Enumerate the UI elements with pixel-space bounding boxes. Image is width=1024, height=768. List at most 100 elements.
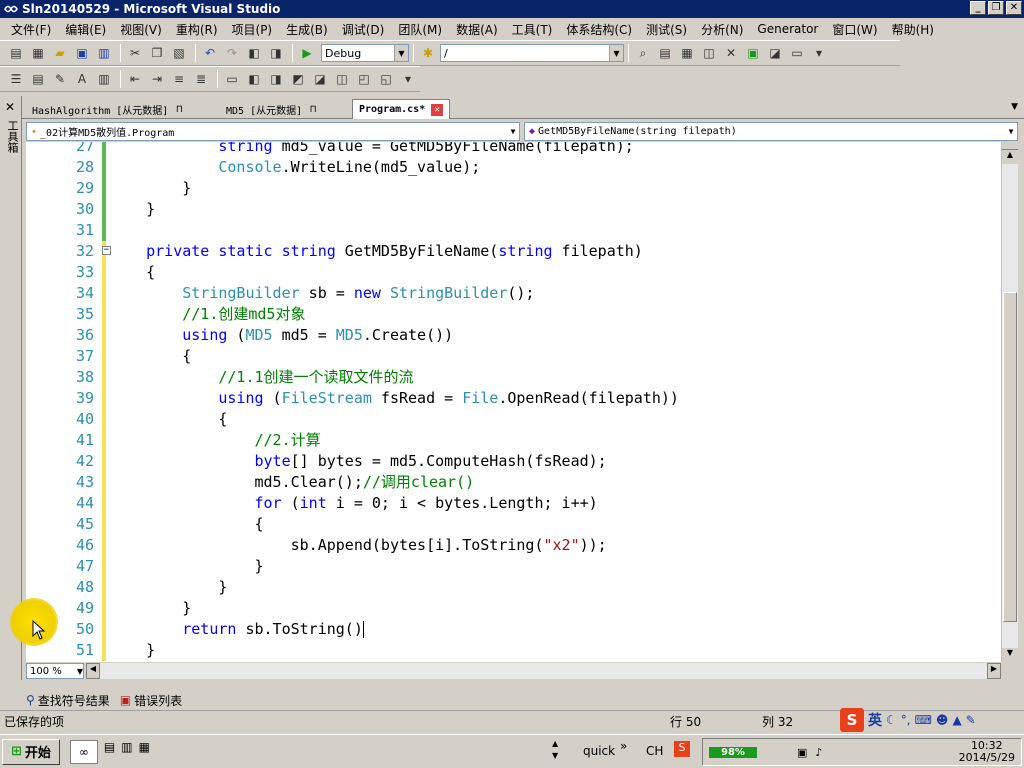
close-button[interactable]: ✕ bbox=[1006, 1, 1022, 15]
scroll-up-arrow-icon[interactable]: ▲ bbox=[1002, 150, 1018, 164]
parameter-info-icon[interactable]: ▤ bbox=[28, 69, 48, 89]
navigate-backward-icon[interactable]: ◧ bbox=[244, 43, 264, 63]
menu-item[interactable]: 分析(N) bbox=[694, 21, 750, 38]
collapse-region-icon[interactable]: − bbox=[102, 246, 111, 255]
code-line[interactable]: 42 byte[] bytes = md5.ComputeHash(fsRead… bbox=[26, 451, 1001, 472]
next-bookmark-icon[interactable]: ◨ bbox=[266, 69, 286, 89]
menu-item[interactable]: 工具(T) bbox=[505, 21, 560, 38]
redo-icon[interactable]: ↷ bbox=[222, 43, 242, 63]
menu-item[interactable]: 文件(F) bbox=[4, 21, 58, 38]
code-line[interactable]: 35 //1.创建md5对象 bbox=[26, 304, 1001, 325]
punctuation-icon[interactable]: °, bbox=[901, 713, 911, 727]
sogou-logo-icon[interactable]: S bbox=[840, 708, 864, 732]
menu-item[interactable]: 窗口(W) bbox=[825, 21, 884, 38]
previous-bookmark-icon[interactable]: ◧ bbox=[244, 69, 264, 89]
menu-item[interactable]: 团队(M) bbox=[391, 21, 449, 38]
volume-icon[interactable]: ♪ bbox=[815, 746, 822, 759]
display-object-member-list-icon[interactable]: ☰ bbox=[6, 69, 26, 89]
code-line[interactable]: 39 using (FileStream fsRead = File.OpenR… bbox=[26, 388, 1001, 409]
object-browser-icon[interactable]: ◫ bbox=[699, 43, 719, 63]
menu-item[interactable]: 帮助(H) bbox=[885, 21, 941, 38]
split-handle[interactable] bbox=[1002, 142, 1018, 150]
pin-icon[interactable]: ⊓ bbox=[310, 104, 316, 115]
settings-wrench-icon[interactable]: ✎ bbox=[966, 713, 976, 727]
find-combo[interactable]: / ▼ bbox=[440, 44, 624, 62]
solution-explorer-icon[interactable]: ▤ bbox=[655, 43, 675, 63]
new-project-icon[interactable]: ▤ bbox=[6, 43, 26, 63]
previous-bookmark-folder-icon[interactable]: ◩ bbox=[288, 69, 308, 89]
open-file-icon[interactable]: ▰ bbox=[50, 43, 70, 63]
comment-icon[interactable]: ≡ bbox=[169, 69, 189, 89]
keyboard-icon[interactable]: ⌨ bbox=[915, 713, 932, 727]
menu-item[interactable]: 生成(B) bbox=[279, 21, 335, 38]
tab-md5[interactable]: MD5 [从元数据] ⊓ bbox=[220, 99, 322, 119]
paste-icon[interactable]: ▧ bbox=[169, 43, 189, 63]
code-line[interactable]: 40 { bbox=[26, 409, 1001, 430]
taskbar-scroll-arrows[interactable]: ▲ ▼ bbox=[552, 738, 558, 762]
navigate-forward-icon[interactable]: ◨ bbox=[266, 43, 286, 63]
start-button[interactable]: ⊞ 开始 bbox=[2, 738, 60, 765]
scrollbar-thumb[interactable] bbox=[1003, 292, 1017, 622]
pin-icon[interactable]: ⊓ bbox=[176, 104, 182, 115]
code-line[interactable]: 41 //2.计算 bbox=[26, 430, 1001, 451]
code-line[interactable]: 45 { bbox=[26, 514, 1001, 535]
menu-item[interactable]: 体系结构(C) bbox=[559, 21, 639, 38]
code-line[interactable]: 30 } bbox=[26, 199, 1001, 220]
solution-configuration-select[interactable]: Debug ▼ bbox=[321, 44, 409, 62]
toolbar-options-icon[interactable]: ▾ bbox=[809, 43, 829, 63]
code-line[interactable]: 44 for (int i = 0; i < bytes.Length; i++… bbox=[26, 493, 1001, 514]
half-width-moon-icon[interactable]: ☾ bbox=[886, 713, 897, 727]
menu-item[interactable]: 编辑(E) bbox=[58, 21, 113, 38]
code-line[interactable]: 34 StringBuilder sb = new StringBuilder(… bbox=[26, 283, 1001, 304]
toggle-completion-icon[interactable]: ▥ bbox=[94, 69, 114, 89]
code-line[interactable]: 29 } bbox=[26, 178, 1001, 199]
previous-bookmark-document-icon[interactable]: ◫ bbox=[332, 69, 352, 89]
menu-item[interactable]: 测试(S) bbox=[639, 21, 694, 38]
code-line[interactable]: 43 md5.Clear();//调用clear() bbox=[26, 472, 1001, 493]
complete-word-icon[interactable]: A bbox=[72, 69, 92, 89]
scroll-right-arrow-icon[interactable]: ▶ bbox=[987, 663, 1001, 679]
code-line[interactable]: 28 Console.WriteLine(md5_value); bbox=[26, 157, 1001, 178]
member-select[interactable]: ◆ GetMD5ByFileName(string filepath) ▼ bbox=[524, 122, 1018, 141]
ime-mode[interactable]: 英 bbox=[868, 710, 882, 730]
window-layout-icon[interactable]: ▭ bbox=[787, 43, 807, 63]
extension-manager-icon[interactable]: ◪ bbox=[765, 43, 785, 63]
code-line[interactable]: 48 } bbox=[26, 577, 1001, 598]
tab-hashalgorithm[interactable]: HashAlgorithm [从元数据] ⊓ bbox=[26, 99, 188, 119]
type-select[interactable]: ✦ _02计算MD5散列值.Program ▼ bbox=[26, 122, 520, 141]
code-editor[interactable]: 27 string md5_value = GetMD5ByFileName(f… bbox=[26, 142, 1001, 662]
code-line[interactable]: 33 { bbox=[26, 262, 1001, 283]
tab-overflow-icon[interactable]: ▼ bbox=[1011, 102, 1018, 112]
menu-item[interactable]: 视图(V) bbox=[113, 21, 169, 38]
quick-label[interactable]: quick bbox=[583, 744, 615, 758]
save-all-icon[interactable]: ▥ bbox=[94, 43, 114, 63]
code-line[interactable]: 47 } bbox=[26, 556, 1001, 577]
code-line[interactable]: 27 string md5_value = GetMD5ByFileName(f… bbox=[26, 142, 1001, 157]
toolbar-options-icon[interactable]: ▾ bbox=[398, 69, 418, 89]
uncomment-icon[interactable]: ≣ bbox=[191, 69, 211, 89]
add-item-icon[interactable]: ▦ bbox=[28, 43, 48, 63]
find-in-files-icon[interactable]: ✱ bbox=[418, 43, 438, 63]
toolbox-sidebar[interactable]: ✕ 工具箱 bbox=[0, 96, 22, 680]
menu-item[interactable]: 数据(A) bbox=[449, 21, 505, 38]
toggle-bookmark-icon[interactable]: ▭ bbox=[222, 69, 242, 89]
code-line[interactable]: 51 } bbox=[26, 640, 1001, 661]
code-line[interactable]: 50 return sb.ToString() bbox=[26, 619, 1001, 640]
horizontal-scroll-track[interactable] bbox=[100, 663, 987, 679]
copy-icon[interactable]: ❐ bbox=[147, 43, 167, 63]
start-debugging-icon[interactable]: ▶ bbox=[297, 43, 317, 63]
battery-meter[interactable]: 98% bbox=[709, 746, 757, 758]
clear-bookmarks-icon[interactable]: ◱ bbox=[376, 69, 396, 89]
quick-info-icon[interactable]: ✎ bbox=[50, 69, 70, 89]
menu-item[interactable]: Generator bbox=[750, 22, 825, 36]
user-icon[interactable]: ☻ bbox=[936, 713, 949, 727]
scroll-left-arrow-icon[interactable]: ◀ bbox=[86, 663, 100, 679]
next-bookmark-document-icon[interactable]: ◰ bbox=[354, 69, 374, 89]
explorer-taskbar-icon[interactable]: ▤ bbox=[104, 740, 115, 764]
decrease-indent-icon[interactable]: ⇤ bbox=[125, 69, 145, 89]
language-indicator[interactable]: CH bbox=[646, 744, 663, 758]
properties-icon[interactable]: ▦ bbox=[677, 43, 697, 63]
save-icon[interactable]: ▣ bbox=[72, 43, 92, 63]
scroll-down-arrow-icon[interactable]: ▼ bbox=[1002, 648, 1018, 662]
zoom-select[interactable]: 100 % ▼ bbox=[26, 663, 84, 679]
